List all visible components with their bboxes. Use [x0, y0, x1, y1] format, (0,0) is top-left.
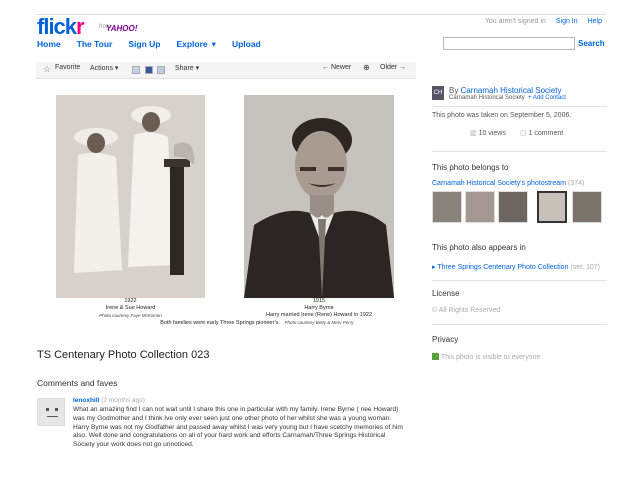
comment-time: (2 months ago): [101, 397, 145, 404]
older-button[interactable]: Older →: [380, 64, 406, 71]
avatar[interactable]: [37, 398, 65, 426]
search-input[interactable]: [443, 37, 575, 50]
set-link[interactable]: Three Springs Centenary Photo Collection: [437, 264, 568, 271]
photo-irene-sue[interactable]: [56, 95, 205, 298]
license-heading: License: [432, 289, 460, 298]
taken-date: This photo was taken on September 5, 200…: [432, 112, 572, 119]
newer-button[interactable]: ← Newer: [322, 64, 351, 71]
comment-text: What an amazing find I can not wait unti…: [73, 406, 403, 449]
signin-bar: You aren't signed in Sign In Help: [485, 18, 602, 25]
owner-subline: Carnamah Historical Society + Add Contac…: [449, 95, 566, 101]
help-link[interactable]: Help: [588, 18, 602, 25]
main-nav: Home The Tour Sign Up Explore ▾ Upload: [37, 39, 277, 50]
copyright-icon: ©: [432, 307, 438, 314]
page: flickr from YAHOO! You aren't signed in …: [0, 0, 640, 484]
comments-heading: Comments and faves: [37, 378, 118, 388]
caption-left: 1922 Irene & Sue Howard Photo courtesy F…: [99, 298, 162, 318]
nav-tour[interactable]: The Tour: [77, 39, 113, 50]
owner-buddy-icon[interactable]: CH: [432, 86, 444, 100]
thumbnail-current[interactable]: [537, 191, 567, 223]
views-count: ▥ 10 views: [470, 130, 506, 137]
thumbnail[interactable]: [498, 191, 528, 223]
photostream-line: Carnamah Historical Society's photostrea…: [432, 180, 585, 187]
add-contact-link[interactable]: + Add Contact: [528, 95, 566, 101]
privacy-line: This photo is visible to everyone: [432, 353, 540, 361]
thumbnail[interactable]: [432, 191, 462, 223]
owner-line: By Carnamah Historical Society: [449, 86, 562, 95]
nav-home[interactable]: Home: [37, 39, 61, 50]
comments-count: ▢ 1 comment: [520, 130, 564, 137]
favorite-button[interactable]: Favorite: [55, 64, 80, 71]
nav-signup[interactable]: Sign Up: [128, 39, 160, 50]
divider: [432, 324, 607, 325]
flickr-logo[interactable]: flickr: [37, 14, 85, 40]
photo-title: TS Centenary Photo Collection 023: [37, 349, 210, 361]
sign-in-link[interactable]: Sign In: [556, 18, 578, 25]
star-icon[interactable]: ☆: [43, 64, 51, 75]
set-line: ▸ Three Springs Centenary Photo Collecti…: [432, 264, 601, 271]
comment-icon: ▢: [520, 130, 527, 137]
chevron-down-icon[interactable]: ▾: [212, 39, 216, 50]
thumbnail[interactable]: [572, 191, 602, 223]
divider: [432, 106, 607, 107]
comment-meta: lenoxhill (2 months ago): [73, 397, 145, 404]
divider: [432, 151, 607, 152]
facebook-icon[interactable]: [145, 66, 153, 74]
views-icon: ▥: [470, 130, 477, 137]
comment-user-link[interactable]: lenoxhill: [73, 397, 99, 404]
owner-link[interactable]: Carnamah Historical Society: [461, 86, 562, 95]
caption-footer: Both families were early Three Springs p…: [160, 320, 280, 326]
license-line: © All Rights Reserved: [432, 307, 501, 314]
thumbnail[interactable]: [465, 191, 495, 223]
nav-explore[interactable]: Explore: [176, 39, 207, 50]
appears-heading: This photo also appears in: [432, 243, 526, 252]
nav-upload[interactable]: Upload: [232, 39, 261, 50]
photo-harry-byrne[interactable]: [244, 95, 394, 298]
actions-menu[interactable]: Actions ▾: [90, 64, 118, 72]
twitter-icon[interactable]: [157, 66, 165, 74]
search-button[interactable]: Search: [578, 39, 605, 48]
zoom-icon[interactable]: ⊕: [363, 63, 370, 72]
share-menu[interactable]: Share ▾: [175, 64, 199, 72]
privacy-heading: Privacy: [432, 335, 459, 344]
photostream-link[interactable]: Carnamah Historical Society's photostrea…: [432, 180, 566, 187]
belongs-heading: This photo belongs to: [432, 163, 509, 172]
signed-status: You aren't signed in: [484, 18, 546, 25]
yahoo-logo: YAHOO!: [106, 24, 138, 33]
divider: [432, 280, 607, 281]
email-icon[interactable]: [132, 66, 140, 74]
public-icon: [432, 353, 439, 360]
